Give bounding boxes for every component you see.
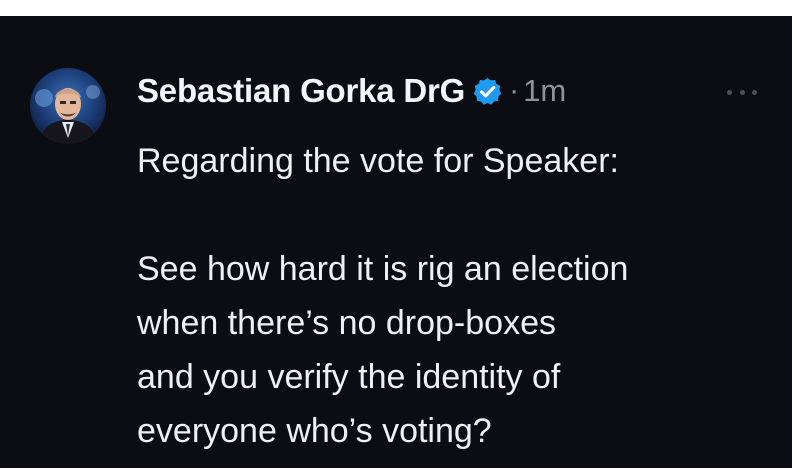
more-dot [752,89,757,95]
verified-badge-icon [472,76,503,107]
tweet-text-line: Regarding the vote for Speaker: [137,142,619,180]
tweet-header: Sebastian Gorka DrG · 1m [137,66,566,116]
header-separator: · [509,74,520,107]
more-dot [727,89,732,95]
author-display-name[interactable]: Sebastian Gorka DrG [137,72,465,110]
tweet-text-line: when there’s no drop-boxes [137,304,556,342]
more-dot [739,89,745,95]
tweet-text-line: and you verify the identity of [137,358,561,396]
tweet-text-line: See how hard it is rig an election [137,250,629,288]
tweet-text: Regarding the vote for Speaker: See how … [137,134,777,458]
more-options-icon[interactable] [727,86,757,98]
tweet-text-line: everyone who’s voting? [137,412,492,450]
tweet-timestamp[interactable]: 1m [523,73,566,109]
tweet-card[interactable]: Sebastian Gorka DrG · 1m Regarding the v… [0,16,792,468]
user-avatar[interactable] [30,68,106,144]
avatar-image [30,68,106,144]
